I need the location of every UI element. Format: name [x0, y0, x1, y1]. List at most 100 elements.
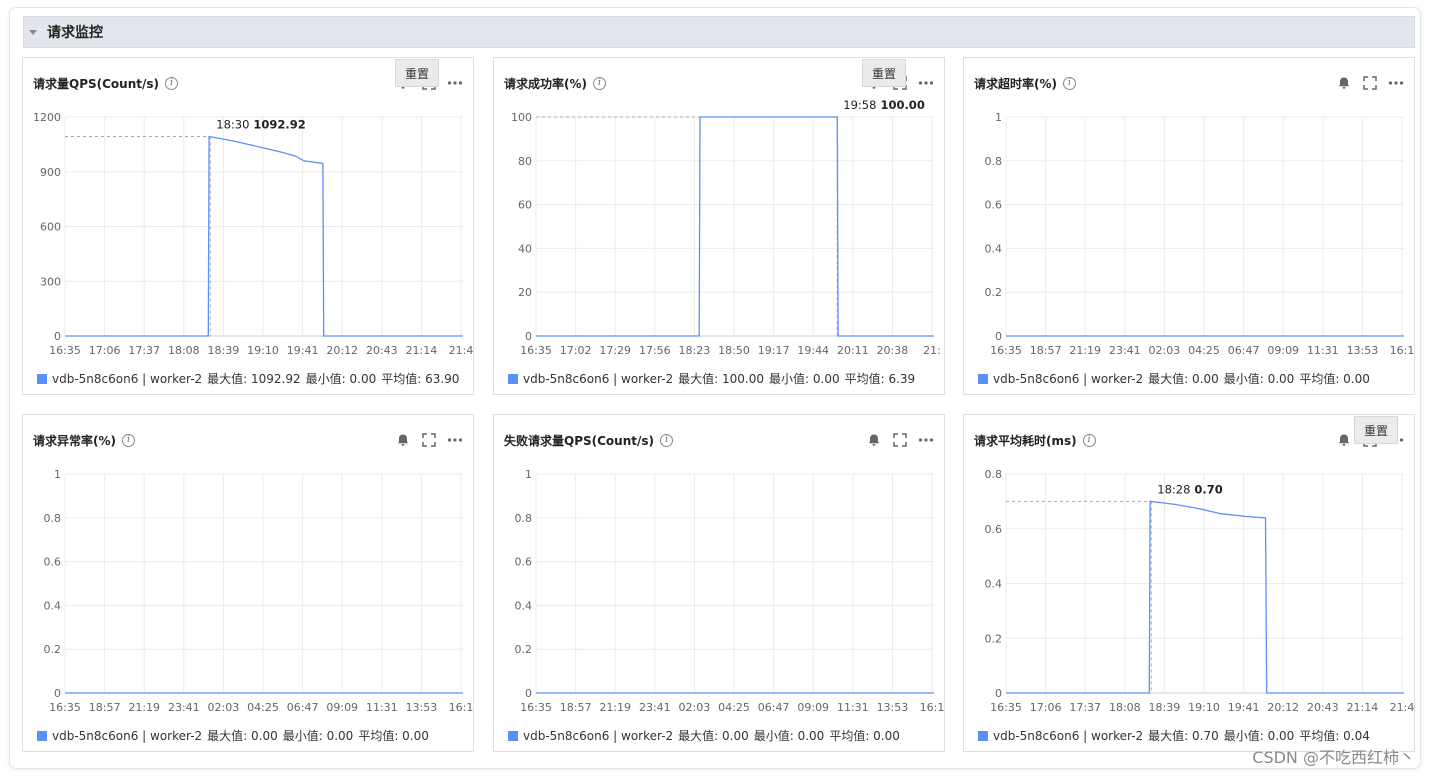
y-tick-label: 0.4	[515, 599, 533, 612]
chart[interactable]: 0 0.2 0.4 0.6 0.8 16:35 17:06 17:37 18:08 18:39 19…	[964, 455, 1416, 727]
x-tick-label: 16:1	[920, 701, 945, 714]
fullscreen-icon[interactable]	[892, 432, 908, 448]
info-icon[interactable]: i	[1082, 433, 1096, 447]
x-tick-label: 20:43	[1307, 701, 1339, 714]
chart[interactable]: 0 0.2 0.4 0.6 0.8 1 16:35 18:57 21:19 23:41 02:03 0…	[23, 455, 475, 727]
legend-series-name: vdb-5n8c6on6 | worker-2	[993, 728, 1144, 743]
bell-icon[interactable]	[1336, 432, 1352, 448]
tooltip-value: 1092.92	[253, 118, 305, 132]
legend-swatch	[978, 373, 988, 384]
legend-min: 最小值: 0.00	[305, 372, 377, 386]
y-tick-label: 1	[525, 468, 532, 481]
x-tick-label: 20:43	[366, 344, 398, 357]
tooltip-time: 19:58	[843, 98, 876, 112]
x-tick-label: 17:56	[639, 344, 671, 357]
more-icon[interactable]	[1388, 75, 1404, 91]
bell-icon[interactable]	[866, 432, 882, 448]
legend-avg: 平均值: 0.04	[1299, 729, 1370, 743]
more-icon[interactable]	[447, 432, 463, 448]
chart[interactable]: 0 20 40 60 80 100 16:35 17:02 17:29 17:56 18:23 18:…	[494, 98, 946, 370]
info-icon[interactable]: i	[660, 433, 674, 447]
fullscreen-icon[interactable]	[421, 432, 437, 448]
x-tick-label: 20:38	[877, 344, 909, 357]
fullscreen-icon[interactable]	[1362, 75, 1378, 91]
chart-legend[interactable]: vdb-5n8c6on6 | worker-2 最大值: 0.70 最小值: 0.0…	[978, 727, 1375, 744]
x-tick-label: 16:35	[49, 344, 81, 357]
legend-series-name: vdb-5n8c6on6 | worker-2	[523, 728, 674, 743]
y-tick-label: 0	[995, 687, 1002, 700]
x-tick-label: 18:57	[89, 701, 121, 714]
info-icon[interactable]: i	[593, 76, 606, 90]
reset-zoom-button[interactable]: 重置	[1354, 416, 1398, 444]
y-tick-label: 0.4	[44, 599, 62, 612]
x-tick-label: 23:41	[168, 701, 200, 714]
x-tick-label: 11:31	[366, 701, 398, 714]
collapse-caret-icon[interactable]	[29, 29, 37, 35]
x-tick-label: 17:02	[560, 344, 592, 357]
x-tick-label: 18:50	[718, 344, 750, 357]
more-icon[interactable]	[447, 75, 463, 91]
x-tick-label: 04:25	[247, 701, 279, 714]
hover-tooltip: 18:28 0.70	[1157, 482, 1223, 496]
y-tick-label: 0.6	[985, 199, 1003, 212]
y-tick-label: 0.8	[985, 155, 1003, 168]
info-icon[interactable]: i	[1063, 76, 1076, 90]
series-line[interactable]	[1006, 500, 1404, 694]
x-tick-label: 21:	[923, 344, 941, 357]
y-tick-label: 0	[54, 330, 61, 343]
chart-legend[interactable]: vdb-5n8c6on6 | worker-2 最大值: 0.00 最小值: 0.0…	[978, 370, 1375, 387]
bell-icon[interactable]	[395, 432, 411, 448]
y-tick-label: 100	[511, 111, 532, 124]
legend-swatch	[508, 730, 518, 741]
reset-zoom-button[interactable]: 重置	[395, 59, 439, 87]
legend-max: 最大值: 0.70	[1148, 729, 1219, 743]
chart-legend[interactable]: vdb-5n8c6on6 | worker-2 最大值: 0.00 最小值: 0.0…	[508, 727, 905, 744]
x-tick-label: 17:06	[89, 344, 121, 357]
x-tick-label: 16:35	[990, 344, 1022, 357]
panel-tools	[395, 432, 463, 448]
legend-swatch	[978, 730, 988, 741]
more-icon[interactable]	[918, 432, 934, 448]
x-tick-label: 17:29	[599, 344, 631, 357]
chart[interactable]: 0 0.2 0.4 0.6 0.8 1 16:35 18:57 21:19 23:41 02:03 0…	[494, 455, 946, 727]
x-tick-label: 18:57	[560, 701, 592, 714]
chart-legend[interactable]: vdb-5n8c6on6 | worker-2 最大值: 100.00 最小值: 0…	[508, 370, 920, 387]
chart-legend[interactable]: vdb-5n8c6on6 | worker-2 最大值: 1092.92 最小值: …	[37, 370, 464, 387]
chart-legend[interactable]: vdb-5n8c6on6 | worker-2 最大值: 0.00 最小值: 0.0…	[37, 727, 434, 744]
x-tick-label: 16:1	[1390, 344, 1415, 357]
y-tick-label: 1	[995, 111, 1002, 124]
tooltip-time: 18:30	[216, 118, 249, 132]
panel-title: 请求平均耗时(ms)	[974, 433, 1077, 448]
series-line[interactable]	[536, 116, 934, 337]
x-tick-label: 21:14	[406, 344, 438, 357]
y-tick-label: 0.2	[985, 632, 1003, 645]
x-tick-label: 16:35	[49, 701, 81, 714]
x-tick-label: 16:35	[520, 701, 552, 714]
y-tick-label: 1200	[33, 111, 61, 124]
x-tick-label: 16:35	[520, 344, 552, 357]
chart[interactable]: 0 300 600 900 1200 16:35 17:06 17:37 18:08 18:39 1…	[23, 98, 475, 370]
x-tick-label: 17:37	[1069, 701, 1101, 714]
chart[interactable]: 0 0.2 0.4 0.6 0.8 1 16:35 18:57 21:19 23:41 02:03 0…	[964, 98, 1416, 370]
bell-icon[interactable]	[1336, 75, 1352, 91]
info-icon[interactable]: i	[122, 433, 135, 447]
legend-avg: 平均值: 0.00	[358, 729, 429, 743]
series-line[interactable]	[65, 135, 463, 337]
chart-panel: 失败请求量QPS(Count/s) i 0 0.2 0.4 0.6 0.8 1 16:35 18:…	[493, 414, 945, 752]
panel-title: 失败请求量QPS(Count/s)	[504, 433, 655, 448]
section-title: 请求监控	[47, 25, 103, 41]
reset-zoom-button[interactable]: 重置	[862, 59, 906, 87]
y-tick-label: 0.4	[985, 578, 1003, 591]
panel-header: 失败请求量QPS(Count/s) i	[504, 431, 934, 449]
legend-series-name: vdb-5n8c6on6 | worker-2	[52, 371, 203, 386]
legend-avg: 平均值: 6.39	[844, 372, 916, 386]
x-tick-label: 17:37	[128, 344, 160, 357]
more-icon[interactable]	[918, 75, 934, 91]
legend-max: 最大值: 1092.92	[207, 372, 301, 386]
section-header[interactable]: 请求监控	[23, 16, 1415, 48]
chart-panel: 请求成功率(%) i 0 20 40 60 80 100 16:35 17:02 17:29 17:5…	[493, 57, 945, 395]
x-tick-label: 02:03	[208, 701, 240, 714]
x-tick-label: 06:47	[758, 701, 790, 714]
tooltip-value: 0.70	[1194, 482, 1222, 496]
info-icon[interactable]: i	[165, 76, 179, 90]
